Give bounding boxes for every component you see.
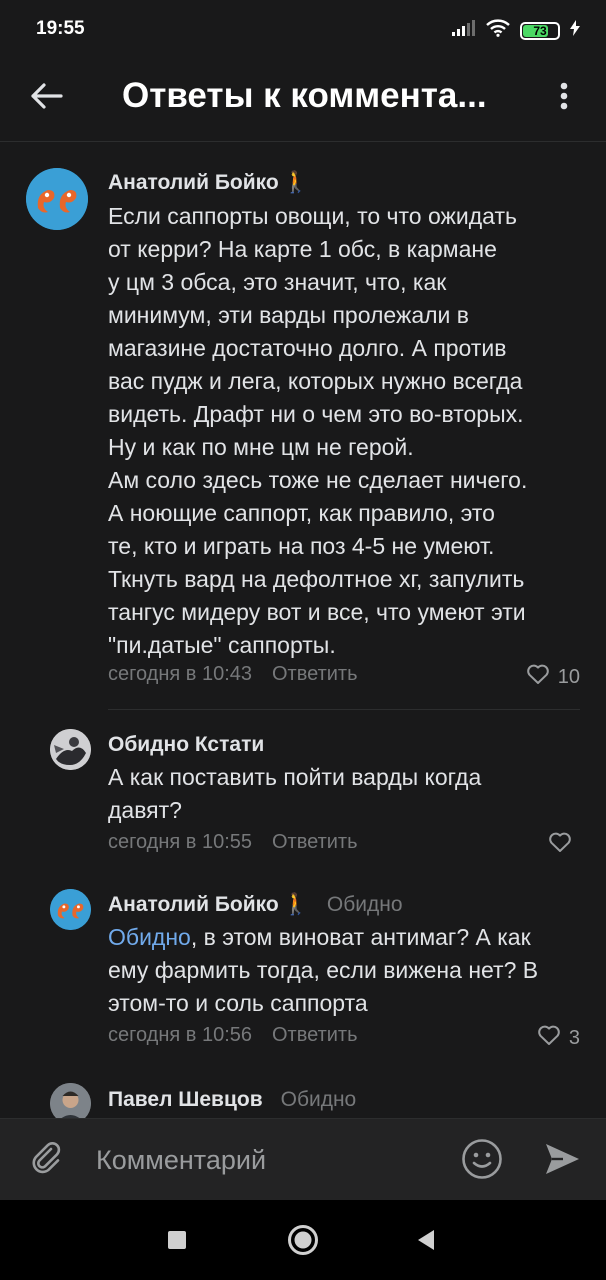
heart-icon bbox=[526, 663, 550, 691]
comment-composer bbox=[0, 1118, 606, 1200]
heart-icon bbox=[548, 831, 572, 859]
like-button[interactable] bbox=[548, 831, 580, 859]
comment-author[interactable]: Обидно Кстати bbox=[108, 733, 264, 757]
battery-icon: 73 bbox=[520, 21, 560, 40]
home-button[interactable] bbox=[283, 1222, 323, 1262]
emoji-button[interactable] bbox=[460, 1138, 504, 1185]
comment-timestamp: сегодня в 10:43 bbox=[108, 663, 252, 685]
like-count: 10 bbox=[557, 665, 580, 688]
comment-input[interactable] bbox=[96, 1141, 436, 1179]
more-options-button[interactable] bbox=[546, 78, 582, 118]
more-vertical-icon bbox=[560, 82, 568, 115]
square-icon bbox=[167, 1230, 187, 1255]
send-button[interactable] bbox=[540, 1139, 584, 1183]
comment-timestamp: сегодня в 10:56 bbox=[108, 1024, 252, 1046]
status-bar: 19:55 73 bbox=[0, 0, 606, 60]
page-title: Ответы к коммента... bbox=[122, 76, 487, 115]
comment-meta: сегодня в 10:56 Ответить bbox=[108, 1024, 358, 1047]
recents-button[interactable] bbox=[157, 1222, 197, 1262]
like-button[interactable]: 3 bbox=[537, 1024, 580, 1052]
comment-author[interactable]: Анатолий Бойко 🚶 bbox=[108, 171, 309, 195]
comment-author[interactable]: Анатолий Бойко 🚶 Обидно bbox=[108, 893, 403, 917]
author-name: Анатолий Бойко bbox=[108, 171, 279, 194]
avatar[interactable] bbox=[50, 889, 91, 930]
comment-text: Обидно, в этом виноват антимаг? А как ем… bbox=[108, 921, 586, 1020]
divider bbox=[108, 709, 580, 710]
walking-emoji-icon: 🚶 bbox=[282, 171, 309, 194]
author-name: Павел Шевцов bbox=[108, 1088, 263, 1111]
home-circle-icon bbox=[287, 1224, 319, 1261]
arrow-left-icon bbox=[29, 82, 63, 115]
reply-button[interactable]: Ответить bbox=[272, 1024, 358, 1047]
author-name: Анатолий Бойко bbox=[108, 893, 279, 916]
reply-button[interactable]: Ответить bbox=[272, 831, 358, 854]
back-nav-button[interactable] bbox=[406, 1222, 446, 1262]
battery-level: 73 bbox=[533, 23, 547, 38]
avatar[interactable] bbox=[26, 168, 88, 230]
attach-button[interactable] bbox=[26, 1139, 68, 1181]
mention-link[interactable]: Обидно bbox=[108, 924, 191, 950]
comment-text: А как поставить пойти варды когда давят? bbox=[108, 764, 482, 823]
triangle-back-icon bbox=[416, 1229, 436, 1256]
comment-timestamp: сегодня в 10:55 bbox=[108, 831, 252, 853]
comment-text: Если саппорты овощи, то что ожидать от к… bbox=[108, 203, 528, 658]
send-icon bbox=[543, 1141, 581, 1182]
status-time: 19:55 bbox=[36, 18, 85, 39]
reply-button[interactable]: Ответить bbox=[272, 663, 358, 686]
smile-icon bbox=[461, 1138, 503, 1185]
wifi-icon bbox=[486, 19, 510, 42]
author-name: Обидно Кстати bbox=[108, 733, 265, 756]
avatar[interactable] bbox=[50, 1083, 91, 1118]
comments-feed[interactable]: Анатолий Бойко 🚶 Если саппорты овощи, то… bbox=[0, 143, 606, 1118]
avatar[interactable] bbox=[50, 729, 91, 770]
walking-emoji-icon: 🚶 bbox=[282, 893, 309, 916]
signal-icon bbox=[452, 20, 476, 41]
like-count: 3 bbox=[568, 1026, 580, 1049]
charging-bolt-icon bbox=[570, 20, 580, 41]
back-button[interactable] bbox=[26, 78, 66, 118]
system-nav-bar bbox=[0, 1200, 606, 1280]
comment-author[interactable]: Павел Шевцов Обидно bbox=[108, 1088, 356, 1112]
comment-meta: сегодня в 10:55 Ответить bbox=[108, 831, 358, 854]
heart-icon bbox=[537, 1024, 561, 1052]
paperclip-icon bbox=[29, 1140, 65, 1181]
reply-to-name[interactable]: Обидно bbox=[281, 1088, 357, 1112]
reply-to-name[interactable]: Обидно bbox=[327, 893, 403, 917]
app-header: Ответы к коммента... bbox=[0, 60, 606, 142]
like-button[interactable]: 10 bbox=[526, 663, 580, 691]
status-icons: 73 bbox=[452, 19, 580, 42]
comment-meta: сегодня в 10:43 Ответить bbox=[108, 663, 358, 686]
